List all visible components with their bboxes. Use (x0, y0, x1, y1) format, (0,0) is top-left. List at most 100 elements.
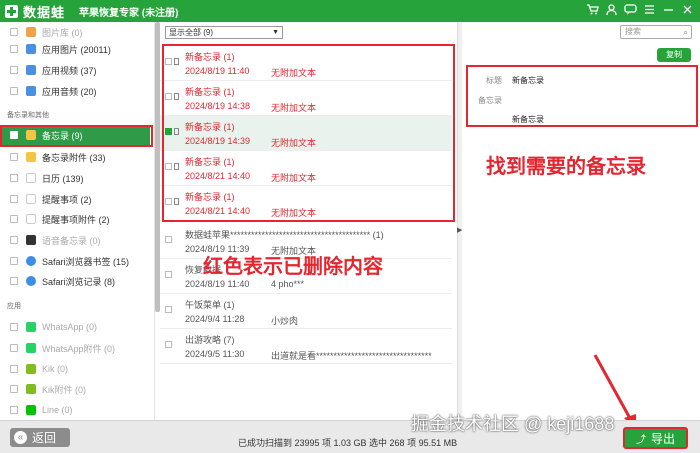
chat-icon[interactable] (624, 3, 637, 17)
row-checkbox[interactable] (165, 306, 172, 313)
sidebar-item-memo-attachments[interactable]: 备忘录附件 (33) (0, 147, 150, 167)
sidebar-item-reminders[interactable]: 提醒事项 (2) (0, 189, 150, 209)
sidebar-item-label: WhatsApp (0) (42, 322, 98, 332)
back-label: 返回 (32, 431, 57, 445)
row-date: 2024/9/4 11:28 (185, 314, 245, 324)
sidebar-item-label: 提醒事项 (2) (42, 194, 92, 205)
sidebar-item-kik-attachments[interactable]: Kik附件 (0) (0, 379, 150, 399)
sidebar-item-label: 应用图片 (20011) (42, 44, 111, 55)
kik-icon (26, 364, 36, 374)
copy-button[interactable]: 复制 (657, 48, 691, 62)
checkbox[interactable] (10, 195, 18, 203)
calendar-icon (26, 173, 36, 183)
sidebar-item-safari-bookmarks[interactable]: Safari浏览器书签 (15) (0, 251, 150, 271)
annotation-red-deleted: 红色表示已删除内容 (203, 256, 383, 278)
memo-label: 备忘录 (478, 96, 502, 105)
sidebar-item-line[interactable]: Line (0) (0, 400, 150, 420)
memo-detail-panel: 搜索 ⌕ 复制 标题 新备忘录 备忘录 新备忘录 (462, 22, 700, 420)
row-checkbox[interactable] (165, 341, 172, 348)
sidebar-item-label: 应用视频 (37) (42, 65, 97, 76)
sidebar-item-app-photos[interactable]: 应用图片 (20011) (0, 39, 150, 59)
sidebar-item-label: 图片库 (0) (42, 27, 83, 38)
title-label: 标题 (486, 76, 502, 85)
checkbox[interactable] (10, 28, 18, 36)
sidebar-item-label: WhatsApp附件 (0) (42, 343, 116, 354)
sidebar-item-reminder-attachments[interactable]: 提醒事项附件 (2) (0, 209, 150, 229)
row-checkbox[interactable] (165, 271, 172, 278)
section-apps-header: 应用 (7, 303, 21, 310)
sidebar-item-safari-history[interactable]: Safari浏览记录 (8) (0, 271, 150, 291)
kik-icon (26, 384, 36, 394)
sidebar-item-label: 提醒事项附件 (2) (42, 214, 110, 225)
row-extra: 出道就是看********************************* (271, 351, 432, 361)
sidebar-item-app-audio[interactable]: 应用音频 (20) (0, 81, 150, 101)
filter-value: 显示全部 (9) (169, 28, 213, 37)
memo-attachment-icon (26, 152, 36, 162)
checkbox[interactable] (10, 215, 18, 223)
title-bar: 数据蛙 苹果恢复专家 (未注册) (0, 0, 700, 22)
menu-icon[interactable] (643, 3, 656, 17)
app-title: 苹果恢复专家 (未注册) (79, 7, 179, 19)
close-icon[interactable] (681, 3, 694, 17)
brand-name: 数据蛙 (23, 4, 66, 20)
sidebar-item-label: Kik附件 (0) (42, 384, 87, 395)
app-photos-icon (26, 44, 36, 54)
sidebar: 图片库 (0) 应用图片 (20011) 应用视频 (37) 应用音频 (20)… (0, 22, 155, 420)
checkbox[interactable] (10, 277, 18, 285)
sidebar-item-whatsapp[interactable]: WhatsApp (0) (0, 317, 150, 337)
checkbox[interactable] (10, 236, 18, 244)
sidebar-item-label: Kik (0) (42, 364, 69, 374)
row-title: 午饭菜单 (1) (185, 300, 235, 310)
sidebar-item-label: 备忘录附件 (33) (42, 152, 106, 163)
sidebar-item-label: 应用音频 (20) (42, 86, 97, 97)
export-button[interactable]: ⤴ 导出 (623, 427, 688, 449)
reminder-attachment-icon (26, 214, 36, 224)
watermark: 掘金技术社区 @ keji1688 (411, 414, 615, 434)
list-item[interactable]: 出游攻略 (7) 2024/9/5 11:30 出道就是看***********… (160, 329, 452, 364)
checkbox[interactable] (10, 45, 18, 53)
app-audio-icon (26, 86, 36, 96)
sidebar-item-label: Safari浏览器书签 (15) (42, 256, 130, 267)
sidebar-item-label: Safari浏览记录 (8) (42, 276, 116, 287)
back-button[interactable]: « 返回 (10, 428, 70, 447)
sidebar-item-label: Line (0) (42, 405, 73, 415)
deleted-memos-highlight-box (162, 44, 455, 222)
user-icon[interactable] (605, 3, 618, 17)
cart-icon[interactable] (586, 3, 599, 17)
row-checkbox[interactable] (165, 236, 172, 243)
logo-icon (5, 4, 18, 18)
search-placeholder: 搜索 (625, 27, 641, 36)
title-value: 新备忘录 (512, 76, 544, 85)
row-date: 2024/9/5 11:30 (185, 349, 245, 359)
sidebar-item-label: 日历 (139) (42, 173, 84, 184)
app-videos-icon (26, 65, 36, 75)
search-icon[interactable]: ⌕ (683, 26, 688, 38)
sidebar-item-calendar[interactable]: 日历 (139) (0, 168, 150, 188)
safari-icon (26, 276, 36, 286)
line-icon (26, 405, 36, 415)
sidebar-item-voice-memos[interactable]: 语音备忘录 (0) (0, 230, 150, 250)
checkbox[interactable] (10, 406, 18, 414)
export-icon: ⤴ (635, 434, 646, 446)
minimize-icon[interactable] (662, 3, 675, 17)
row-extra: 小炒肉 (271, 316, 299, 326)
checkbox[interactable] (10, 365, 18, 373)
whatsapp-icon (26, 322, 36, 332)
checkbox[interactable] (10, 385, 18, 393)
whatsapp-icon (26, 343, 36, 353)
search-input[interactable]: 搜索 ⌕ (620, 25, 692, 39)
sidebar-item-kik[interactable]: Kik (0) (0, 359, 150, 379)
checkbox[interactable] (10, 66, 18, 74)
checkbox[interactable] (10, 344, 18, 352)
row-title: 出游攻略 (7) (185, 335, 235, 345)
filter-dropdown[interactable]: 显示全部 (9) ▼ (165, 26, 283, 39)
checkbox[interactable] (10, 323, 18, 331)
sidebar-item-whatsapp-attachments[interactable]: WhatsApp附件 (0) (0, 338, 150, 358)
sidebar-item-app-videos[interactable]: 应用视频 (37) (0, 60, 150, 80)
list-item[interactable]: 午饭菜单 (1) 2024/9/4 11:28 小炒肉 (160, 294, 452, 329)
checkbox[interactable] (10, 153, 18, 161)
checkbox[interactable] (10, 87, 18, 95)
checkbox[interactable] (10, 257, 18, 265)
checkbox[interactable] (10, 174, 18, 182)
export-label: 导出 (650, 431, 675, 446)
